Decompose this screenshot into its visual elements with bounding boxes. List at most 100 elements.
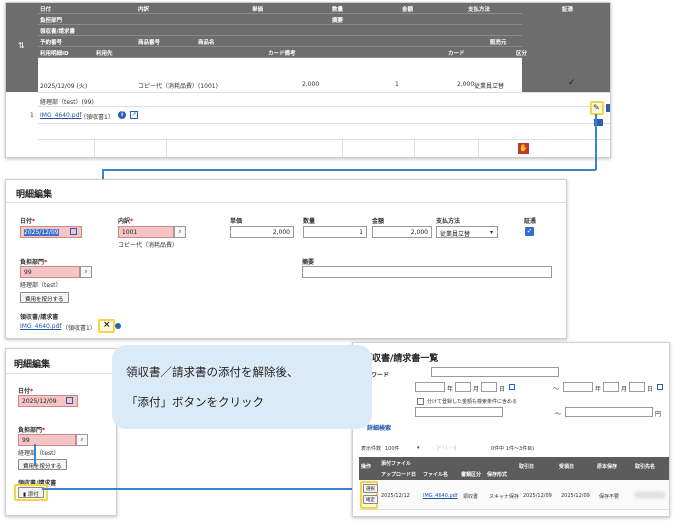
allocate-button[interactable]: 費用を按分する (20, 292, 69, 303)
col-doc-type: 書類区分 (461, 472, 482, 478)
detail-search-link[interactable]: 詳細検索 (367, 423, 391, 432)
year-to-field[interactable] (563, 382, 593, 392)
evidence-check-icon: ✓ (568, 78, 576, 88)
col-usage-place: 利用先 (96, 51, 113, 57)
quantity-value: 1 (359, 229, 363, 236)
receipt-search-panel: 領収書/請求書一覧 キーワード 日 年 月 日 ～ 年 月 日 分けて登録した金… (352, 342, 670, 517)
dept-name: 経理部（test） (20, 282, 62, 289)
month-label: 月 (621, 386, 628, 393)
evidence-checkbox[interactable]: ✓ (525, 227, 534, 236)
dept-field[interactable]: 99 (20, 266, 80, 278)
callout-line-2: 「添付」ボタンをクリック (126, 395, 264, 409)
detach-x-icon[interactable]: × (103, 320, 111, 330)
col-reservation: 予約番号 (40, 40, 63, 46)
unit-price-field[interactable]: 2,000 (230, 226, 294, 238)
confirm-button-label: 確定 (366, 498, 375, 503)
flow-line (102, 169, 596, 171)
select-button[interactable]: 選択 (363, 484, 378, 493)
col-product-name: 商品名 (198, 40, 215, 46)
date-value: 2025/12/09 (22, 398, 57, 405)
calendar-icon[interactable] (657, 384, 663, 390)
receipt-file-link[interactable]: IMG_4640.pdf (40, 112, 82, 119)
sort-icon[interactable]: ⇅ (18, 41, 25, 50)
col-amount: 金額 (402, 7, 414, 13)
edit-pencil-icon[interactable]: ✎ (593, 103, 600, 112)
include-split-label: 分けて登録した金額も検索条件に含める (427, 399, 518, 405)
dept-search-button[interactable]: ⌕ (80, 266, 92, 278)
amount-to-field[interactable] (565, 407, 653, 417)
list-header-left: ⇅ (6, 3, 38, 92)
external-link-icon[interactable]: ↗ (130, 111, 138, 119)
range-tilde: ～ (555, 411, 562, 418)
calendar-icon[interactable] (66, 397, 73, 404)
month-label: 月 (473, 386, 480, 393)
receipt-note: （領収書1） (62, 325, 96, 332)
breakdown-value: 1001 (122, 229, 138, 236)
row-dept: 経理部（test）(99) (40, 99, 94, 106)
amount-from-field[interactable] (415, 407, 503, 417)
keyword-field[interactable] (431, 367, 559, 377)
info-icon[interactable] (115, 323, 121, 329)
dept-search-button[interactable]: ⌕ (76, 434, 88, 446)
unit-price-label: 単価 (230, 218, 243, 225)
year-from-field[interactable] (415, 382, 445, 392)
copy-icon[interactable] (606, 104, 610, 112)
row-original-keep: 保存不要 (599, 494, 620, 500)
calendar-icon[interactable] (509, 384, 515, 390)
amount-field[interactable]: 2,000 (372, 226, 432, 238)
confirm-button[interactable]: 確定 (363, 495, 378, 504)
col-seller: 販売元 (490, 40, 507, 46)
allocate-button-label: 費用を按分する (23, 464, 62, 470)
col-divider (166, 139, 167, 157)
quantity-field[interactable]: 1 (303, 226, 367, 238)
day-label: 日 (647, 386, 654, 393)
attach-button[interactable]: ▮ 添付 (18, 487, 44, 498)
info-icon[interactable]: i (118, 111, 126, 119)
date-value: 2025/12/09 (24, 229, 59, 236)
chevron-down-icon: ▾ (417, 445, 420, 451)
required-mark: * (44, 259, 48, 266)
chevron-down-icon: ▾ (489, 229, 493, 236)
row-date: 2025/12/09 (火) (40, 83, 88, 90)
select-button-label: 選択 (366, 487, 375, 492)
row-transaction-date: 2025/12/09 (523, 493, 552, 499)
month-to-field[interactable] (603, 382, 619, 392)
list-header-row-1: 日付 内訳 単価 数量 金額 支払方法 (38, 3, 522, 14)
required-mark: * (130, 218, 134, 225)
required-mark: * (42, 427, 46, 434)
result-table-header-rest (511, 469, 669, 480)
delete-icon[interactable]: ✋ (518, 143, 529, 154)
count-select[interactable]: 100件 (385, 445, 400, 452)
dept-label: 負担部門 (20, 259, 45, 266)
day-to-field[interactable] (629, 382, 645, 392)
calendar-icon[interactable] (70, 228, 77, 235)
col-divider (414, 139, 415, 157)
unit-price-value: 2,000 (272, 229, 290, 236)
attach-button-label: 添付 (27, 492, 39, 498)
row-receipt-date: 2025/12/09 (561, 493, 590, 499)
flow-line (34, 444, 36, 466)
allocate-button[interactable]: 費用を按分する (18, 459, 67, 470)
list-header-row-5: 利用明細ID 利用先 カード備考 カード 区分 (38, 47, 527, 58)
result-table-header-2: アップロード日 ファイル名 書類区分 保存形式 (379, 469, 511, 480)
receipt-label: 領収書/請求書 (20, 314, 59, 321)
receipt-link[interactable]: IMG_4640.pdf (20, 323, 62, 330)
row-file-link[interactable]: IMG_4640.pdf (423, 493, 458, 499)
dept-field[interactable]: 99 (18, 434, 76, 446)
row-divider (38, 106, 610, 107)
summary-field[interactable] (302, 266, 552, 278)
col-save-format: 保存形式 (487, 472, 508, 478)
col-file-name: ファイル名 (423, 472, 449, 478)
breakdown-search-button[interactable]: ⌕ (174, 226, 186, 238)
row-upload-date: 2025/12/12 (381, 493, 410, 499)
col-divider (342, 139, 343, 157)
pager-arrows-icon[interactable]: |‹ ‹ | › ›| (437, 445, 456, 451)
payment-select[interactable]: 従業員立替 ▾ (436, 226, 498, 238)
row-index: 1 (30, 112, 34, 119)
col-attach: 添付ファイル (381, 461, 412, 467)
col-payment: 支払方法 (468, 7, 491, 13)
include-split-checkbox[interactable] (417, 398, 424, 405)
month-from-field[interactable] (455, 382, 471, 392)
day-from-field[interactable] (481, 382, 497, 392)
breakdown-field[interactable]: 1001 (118, 226, 174, 238)
